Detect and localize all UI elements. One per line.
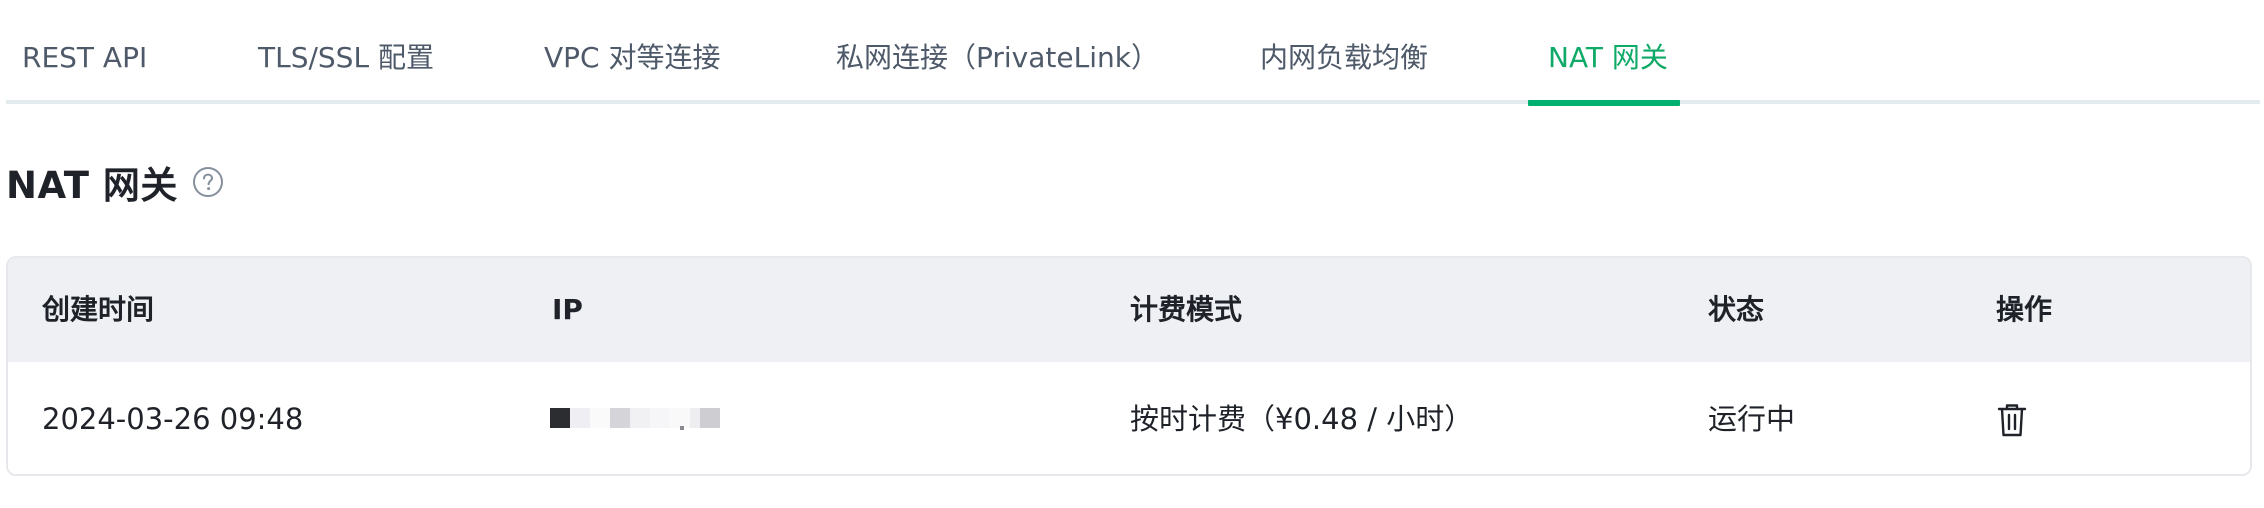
tab-tls-ssl[interactable]: TLS/SSL 配置	[258, 36, 434, 80]
column-header-status: 状态	[1708, 293, 1765, 326]
section-header: NAT 网关	[6, 154, 224, 210]
tab-vpc-peering[interactable]: VPC 对等连接	[544, 36, 721, 80]
page-title: NAT 网关	[6, 164, 178, 207]
trash-icon	[1997, 404, 2027, 437]
tab-nat-gateway[interactable]: NAT 网关	[1548, 36, 1668, 80]
cell-status: 运行中	[1708, 402, 1796, 436]
cell-billing-mode: 按时计费（¥0.48 / 小时）	[1130, 402, 1474, 436]
cell-created-at: 2024-03-26 09:48	[42, 402, 304, 436]
tab-rest-api[interactable]: REST API	[22, 36, 147, 80]
column-header-created-at: 创建时间	[42, 293, 155, 326]
delete-button[interactable]	[1994, 400, 2030, 440]
masked-ip-address	[550, 408, 730, 430]
table-header: 创建时间 IP 计费模式 状态 操作	[8, 258, 2250, 362]
table-row: 2024-03-26 09:48 按时计费（¥0.48 / 小时） 运行中	[8, 362, 2250, 474]
question-circle-icon[interactable]	[192, 166, 224, 198]
column-header-ip: IP	[552, 293, 583, 326]
active-tab-indicator	[1528, 100, 1680, 106]
nat-gateway-table: 创建时间 IP 计费模式 状态 操作 2024-03-26 09:48 按时计费…	[6, 256, 2252, 476]
tab-privatelink[interactable]: 私网连接（PrivateLink）	[836, 36, 1159, 80]
column-header-actions: 操作	[1996, 293, 2053, 326]
nat-gateway-page: REST API TLS/SSL 配置 VPC 对等连接 私网连接（Privat…	[0, 0, 2264, 508]
tab-bar-divider	[6, 100, 2260, 104]
column-header-billing-mode: 计费模式	[1130, 293, 1243, 326]
tab-internal-load-balancer[interactable]: 内网负载均衡	[1260, 36, 1428, 80]
tab-bar: REST API TLS/SSL 配置 VPC 对等连接 私网连接（Privat…	[6, 0, 2260, 106]
